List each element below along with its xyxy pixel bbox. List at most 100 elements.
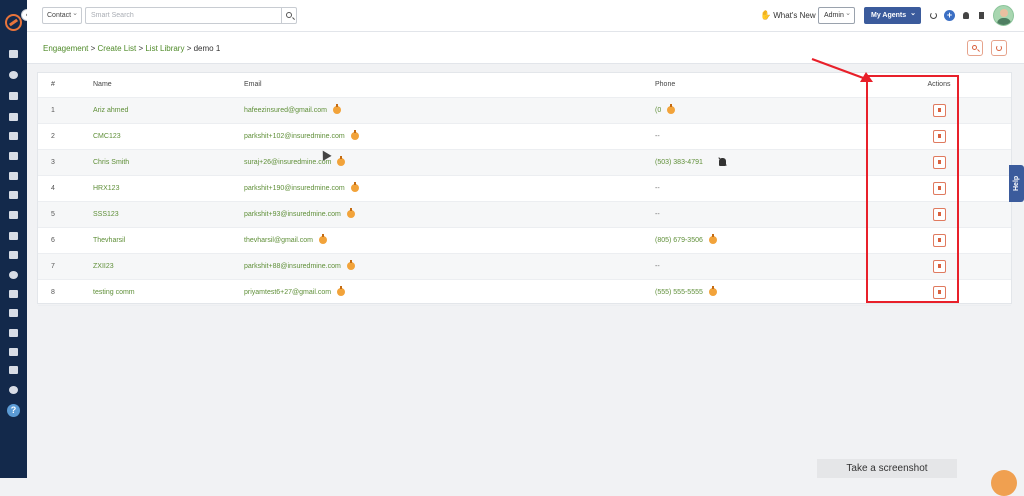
delete-row-button[interactable]	[932, 285, 946, 299]
help-tab[interactable]: Help	[1009, 165, 1024, 202]
folder-icon[interactable]	[9, 251, 18, 259]
contact-phone[interactable]: (0	[655, 107, 661, 114]
contacts-icon[interactable]	[9, 71, 18, 79]
contact-name-link[interactable]: testing comm	[93, 289, 135, 296]
contact-phone[interactable]: --	[655, 133, 660, 140]
contact-phone[interactable]: --	[655, 211, 660, 218]
breadcrumb-create-list[interactable]: Create List	[98, 44, 137, 53]
question-icon[interactable]: ?	[7, 404, 20, 417]
contact-phone[interactable]: --	[655, 185, 660, 192]
contact-name-link[interactable]: Chris Smith	[93, 159, 129, 166]
contact-name-link[interactable]: ZXII23	[93, 263, 114, 270]
megaphone-icon[interactable]	[9, 191, 18, 199]
contact-email[interactable]: parkshit+190@insuredmine.com	[244, 185, 345, 192]
contact-name-link[interactable]: SSS123	[93, 211, 119, 218]
alert-icon[interactable]	[346, 208, 355, 218]
scissors-icon[interactable]	[9, 348, 18, 356]
breadcrumb-engagement[interactable]: Engagement	[43, 44, 88, 53]
row-index: 3	[51, 158, 55, 166]
table-row[interactable]: 5 SSS123 parkshit+93@insuredmine.com --	[38, 201, 1011, 228]
table-body: 1 Ariz ahmed hafeezinsured@gmail.com (0 2 CMC…	[38, 97, 1011, 306]
delete-row-button[interactable]	[932, 259, 946, 273]
table-row[interactable]: 2 CMC123 parkshit+102@insuredmine.com --	[38, 123, 1011, 150]
report-icon[interactable]	[9, 290, 18, 298]
contact-email[interactable]: hafeezinsured@gmail.com	[244, 107, 327, 114]
list-refresh-button[interactable]	[991, 40, 1007, 56]
contact-email[interactable]: suraj+26@insuredmine.com	[244, 159, 331, 166]
alert-icon[interactable]	[350, 182, 359, 192]
row-index: 5	[51, 210, 55, 218]
mute-icon[interactable]	[718, 158, 726, 166]
chat-launcher-icon[interactable]	[991, 470, 1017, 496]
alert-icon[interactable]	[337, 286, 346, 296]
contact-name-link[interactable]: CMC123	[93, 133, 121, 140]
delete-row-button[interactable]	[932, 233, 946, 247]
contact-email[interactable]: parkshit+102@insuredmine.com	[244, 133, 345, 140]
mail-icon[interactable]	[9, 329, 18, 337]
delete-row-button[interactable]	[932, 155, 946, 169]
delete-row-button[interactable]	[932, 207, 946, 221]
alert-icon[interactable]	[337, 156, 346, 166]
contact-email[interactable]: thevharsil@gmail.com	[244, 237, 313, 244]
contact-email[interactable]: priyamtest6+27@gmail.com	[244, 289, 331, 296]
delete-row-button[interactable]	[932, 181, 946, 195]
google-icon[interactable]	[9, 271, 18, 279]
breadcrumb: Engagement > Create List > List Library …	[43, 44, 220, 53]
contact-phone[interactable]: (555) 555-5555	[655, 289, 703, 296]
search-button[interactable]	[281, 7, 297, 24]
refresh-icon[interactable]	[930, 12, 937, 19]
table-row[interactable]: 4 HRX123 parkshit+190@insuredmine.com --	[38, 175, 1011, 202]
trend-icon[interactable]	[9, 366, 18, 374]
column-header-name[interactable]: Name	[93, 73, 244, 98]
contact-email[interactable]: parkshit+93@insuredmine.com	[244, 211, 341, 218]
alert-icon[interactable]	[667, 104, 676, 114]
breadcrumb-bar: Engagement > Create List > List Library …	[27, 32, 1024, 64]
breadcrumb-list-library[interactable]: List Library	[145, 44, 184, 53]
gear-icon[interactable]	[9, 386, 18, 394]
contact-name-link[interactable]: Thevharsil	[93, 237, 125, 244]
contact-type-select[interactable]: Contact	[42, 6, 82, 24]
app-logo-icon[interactable]	[5, 14, 22, 31]
contact-phone[interactable]: (805) 679-3506	[655, 237, 703, 244]
alert-icon[interactable]	[346, 260, 355, 270]
table-row[interactable]: 6 Thevharsil thevharsil@gmail.com (805) 679…	[38, 227, 1011, 254]
files-icon[interactable]	[9, 92, 18, 100]
bank-icon[interactable]	[9, 113, 18, 121]
my-agents-button[interactable]: My Agents	[864, 5, 921, 24]
column-header-phone[interactable]: Phone	[655, 73, 867, 98]
document-icon[interactable]	[979, 12, 984, 19]
schedule-icon[interactable]	[9, 309, 18, 317]
column-header-email[interactable]: Email	[244, 73, 655, 98]
list-icon[interactable]	[9, 132, 18, 140]
contact-name-link[interactable]: HRX123	[93, 185, 119, 192]
alert-icon[interactable]	[708, 234, 717, 244]
table-row[interactable]: 3 Chris Smith suraj+26@insuredmine.com (503…	[38, 149, 1011, 176]
alert-icon[interactable]	[708, 286, 717, 296]
take-screenshot-bar[interactable]: Take a screenshot	[817, 459, 957, 478]
funnel-icon[interactable]	[9, 172, 18, 180]
table-row[interactable]: 8 testing comm priyamtest6+27@gmail.com (55…	[38, 279, 1011, 306]
alert-icon[interactable]	[350, 130, 359, 140]
table-row[interactable]: 1 Ariz ahmed hafeezinsured@gmail.com (0	[38, 97, 1011, 124]
table-row[interactable]: 7 ZXII23 parkshit+88@insuredmine.com --	[38, 253, 1011, 280]
contact-phone[interactable]: (503) 383-4791	[655, 159, 703, 166]
role-select[interactable]: Admin	[818, 6, 855, 24]
alert-icon[interactable]	[332, 104, 341, 114]
calendar-icon[interactable]	[9, 152, 18, 160]
avatar[interactable]	[993, 5, 1014, 26]
bar-chart-icon[interactable]	[9, 232, 18, 240]
contact-email[interactable]: parkshit+88@insuredmine.com	[244, 263, 341, 270]
contact-phone[interactable]: --	[655, 263, 660, 270]
contact-name-link[interactable]: Ariz ahmed	[93, 107, 128, 114]
add-icon[interactable]: +	[944, 10, 955, 21]
document-icon[interactable]	[9, 211, 18, 219]
delete-row-button[interactable]	[932, 103, 946, 117]
bell-icon[interactable]	[963, 12, 969, 19]
whats-new-link[interactable]: ✋ What's New	[760, 10, 816, 21]
list-search-button[interactable]	[967, 40, 983, 56]
smart-search-input[interactable]	[85, 7, 281, 24]
dashboard-icon[interactable]	[9, 50, 18, 58]
contacts-table: # Name Email Phone Actions 1 Ariz ahmed ha…	[38, 73, 1011, 306]
delete-row-button[interactable]	[932, 129, 946, 143]
alert-icon[interactable]	[318, 234, 327, 244]
